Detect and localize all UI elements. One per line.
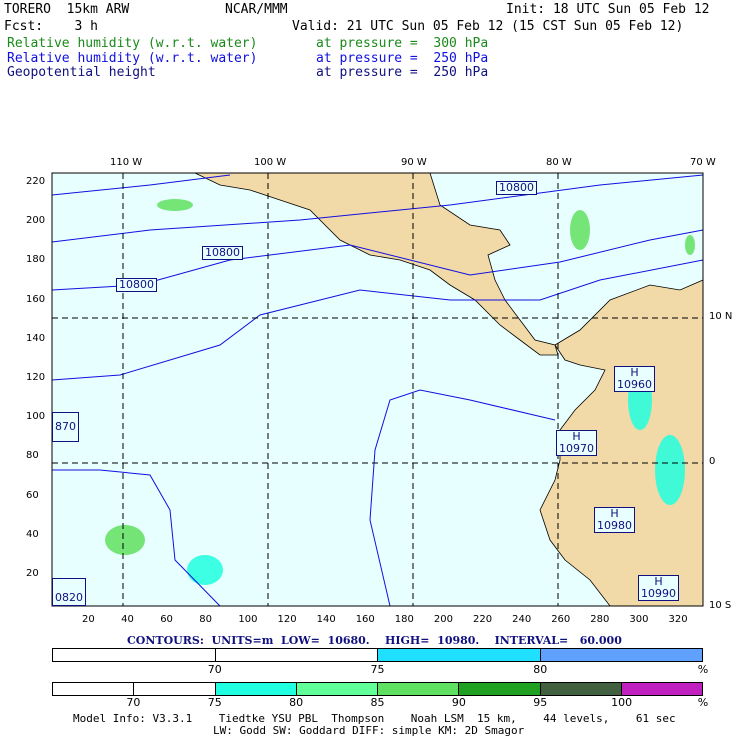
left-tick: 220 (26, 176, 46, 187)
left-tick: 120 (26, 372, 46, 383)
legend-swatch (378, 683, 460, 695)
legend-tick: 70 (126, 696, 141, 709)
legend-swatch (53, 683, 135, 695)
left-tick: 60 (26, 489, 39, 501)
high-label: H 10990 (638, 575, 679, 601)
right-tick: 10 S (709, 600, 732, 611)
right-tick: 10 N (709, 311, 733, 322)
bottom-tick: 20 (82, 614, 95, 625)
contour-label: 10800 (116, 278, 157, 292)
high-label: H 10960 (614, 366, 655, 392)
legend-swatch (215, 683, 297, 695)
bottom-tick: 120 (277, 614, 297, 625)
bottom-tick: 100 (238, 614, 258, 625)
top-tick: 90 W (401, 157, 427, 168)
legend-tick: % (697, 696, 709, 709)
top-tick: 100 W (254, 157, 287, 168)
bottom-tick: 80 (199, 614, 213, 625)
legend-tick: 70 (207, 663, 222, 676)
legend-swatch (621, 683, 702, 695)
bottom-tick: 200 (433, 614, 453, 625)
top-tick: 110 W (110, 157, 143, 168)
bottom-tick: 300 (629, 614, 649, 625)
legend-swatch (540, 649, 702, 661)
legend-tick: 80 (533, 663, 548, 676)
left-tick: 140 (26, 332, 46, 344)
contour-label: 870 (52, 412, 79, 442)
contours-info: CONTOURS: UNITS=m LOW= 10680. HIGH= 1098… (127, 634, 622, 647)
model-physics: LW: Godd SW: Goddard DIFF: simple KM: 2D… (213, 724, 525, 737)
left-tick: 40 (26, 528, 39, 540)
legend-swatch (53, 649, 216, 661)
left-tick: 20 (26, 568, 39, 579)
bottom-tick: 320 (668, 614, 688, 625)
legend-tick: 100 (611, 696, 633, 709)
legend-tick: 90 (451, 696, 466, 709)
contour-label: 10800 (202, 246, 243, 260)
legend-swatch (459, 683, 541, 695)
right-tick: 0 (709, 456, 716, 467)
bottom-tick: 280 (590, 614, 610, 625)
left-tick: 160 (26, 293, 46, 305)
high-label: H 10980 (594, 507, 635, 533)
left-tick: 100 (26, 411, 46, 423)
bottom-tick: 180 (394, 614, 414, 625)
contour-label: 0820 (52, 578, 86, 606)
bottom-tick: 40 (121, 614, 134, 625)
left-tick: 80 (26, 450, 39, 462)
legend-tick: 80 (289, 696, 304, 709)
high-label: H 10970 (556, 430, 597, 456)
bottom-tick: 160 (355, 614, 375, 625)
legend-tick: 75 (207, 696, 222, 709)
bottom-tick: 60 (160, 614, 173, 625)
left-tick: 200 (26, 215, 46, 227)
bottom-tick: 260 (551, 614, 571, 625)
legend-swatch (215, 649, 378, 661)
bottom-tick: 240 (512, 614, 532, 625)
legend-tick: % (697, 663, 709, 676)
legend-swatch (134, 683, 216, 695)
top-tick: 80 W (546, 157, 572, 168)
legend-tick: 85 (370, 696, 385, 709)
bottom-tick: 140 (316, 614, 336, 625)
legend-bar-rh300 (52, 682, 703, 696)
legend-swatch (378, 649, 541, 661)
legend-bar-rh250 (52, 648, 703, 662)
bottom-tick: 220 (473, 614, 493, 625)
legend-tick: 95 (533, 696, 548, 709)
top-tick: 70 W (690, 157, 716, 168)
legend-tick: 75 (370, 663, 385, 676)
legend-swatch (540, 683, 622, 695)
left-tick: 180 (26, 254, 46, 266)
legend-swatch (296, 683, 378, 695)
contour-label: 10800 (496, 181, 537, 195)
